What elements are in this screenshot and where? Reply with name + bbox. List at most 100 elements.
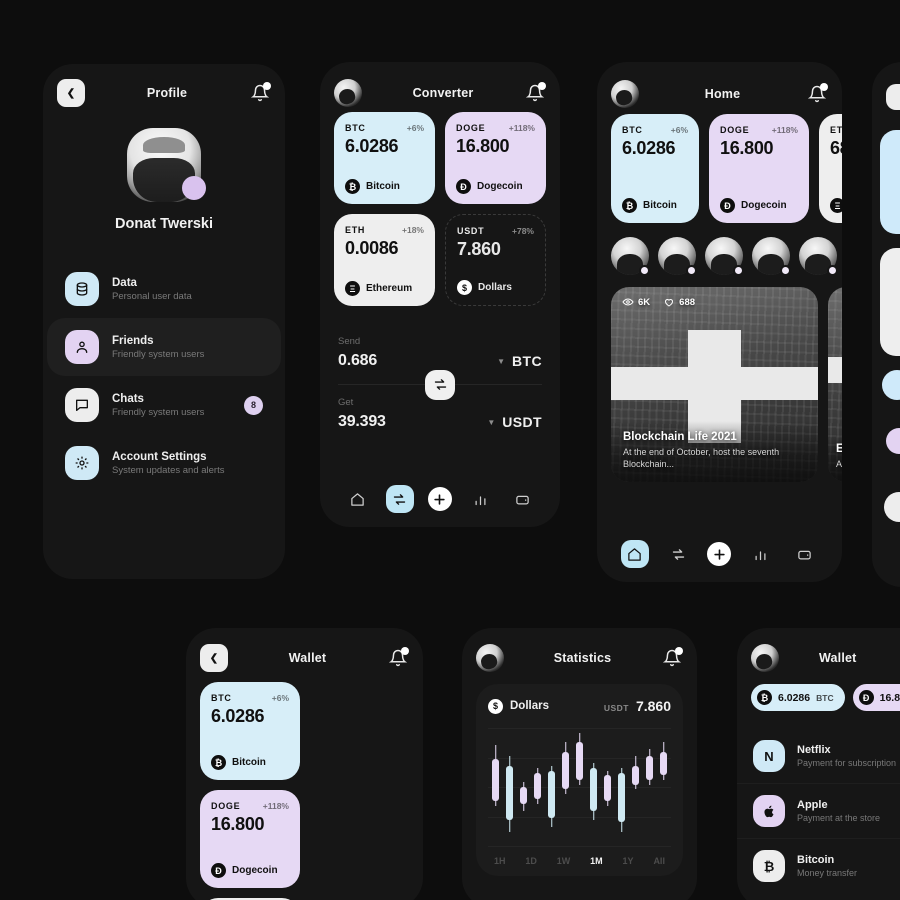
- menu-item-account-settings[interactable]: Account Settings System updates and aler…: [47, 434, 281, 492]
- coin-card-btc[interactable]: BTC +6% 6.0286 ₿ Bitcoin: [611, 114, 699, 223]
- transaction-subtitle: Payment at the store: [797, 813, 881, 823]
- page-title: Profile: [146, 86, 188, 100]
- coin-card-btc[interactable]: BTC +6% 6.0286 ₿ Bitcoin: [334, 112, 435, 204]
- news-views: 6K: [638, 296, 651, 308]
- heart-icon: [665, 299, 674, 307]
- send-amount-input[interactable]: 0.686: [338, 352, 377, 370]
- coin-symbol: DOGE: [720, 125, 750, 135]
- coin-change: +118%: [262, 801, 289, 811]
- coin-card-doge[interactable]: DOGE +118% 16.800 Ð Dogecoin: [709, 114, 809, 223]
- dogecoin-icon: Ð: [720, 198, 735, 213]
- menu-item-subtitle: Personal user data: [112, 290, 192, 302]
- balance-pill-doge[interactable]: Ð 16.80: [852, 684, 900, 711]
- coin-card-doge[interactable]: DOGE +118% 16.800 Ð Dogecoin: [445, 112, 546, 204]
- page-title: Statistics: [553, 651, 612, 665]
- candle-body: [576, 742, 583, 780]
- nav-wallet[interactable]: [790, 540, 818, 568]
- bitcoin-icon: ₿: [757, 690, 772, 705]
- coin-value: 16.800: [211, 814, 265, 834]
- avatar[interactable]: [476, 644, 504, 672]
- range-all[interactable]: All: [653, 856, 665, 866]
- coin-card-doge[interactable]: DOGE +118% 16.800 Ð Dogecoin: [200, 790, 300, 888]
- transaction-row[interactable]: N Netflix Payment for subscription: [737, 729, 900, 783]
- menu-item-data[interactable]: Data Personal user data: [47, 260, 281, 318]
- coin-symbol: DOGE: [456, 123, 486, 133]
- news-card[interactable]: 6K 688 Blockchain Life 2021 At the end o…: [611, 287, 818, 482]
- transaction-row[interactable]: Apple Payment at the store: [737, 783, 900, 838]
- candle-body: [492, 758, 499, 802]
- range-1h[interactable]: 1H: [494, 856, 506, 866]
- menu-item-friends[interactable]: Friends Friendly system users: [47, 318, 281, 376]
- coin-name: Dogecoin: [232, 865, 278, 876]
- avatar[interactable]: [611, 80, 639, 108]
- bell-icon[interactable]: [249, 82, 271, 104]
- range-1d[interactable]: 1D: [525, 856, 537, 866]
- bell-icon[interactable]: [524, 82, 546, 104]
- app-showcase-canvas: ❮ Profile Donat Twerski Data Personal us…: [0, 0, 900, 900]
- range-1m[interactable]: 1M: [590, 856, 603, 866]
- avatar[interactable]: [334, 79, 362, 107]
- coin-card-eth[interactable]: ETH +18% 0.0086 Ξ Ethereum: [334, 214, 435, 306]
- nav-swap[interactable]: [664, 540, 692, 568]
- get-amount-input[interactable]: 39.393: [338, 413, 386, 431]
- coin-change: +6%: [670, 125, 688, 135]
- wallet-header: ❮ Wallet: [186, 628, 423, 672]
- swap-button[interactable]: [425, 369, 455, 400]
- coin-card-btc[interactable]: BTC +6% 6.0286 ₿ Bitcoin: [200, 682, 300, 780]
- get-currency-select[interactable]: ▼ USDT: [487, 414, 542, 430]
- avatar[interactable]: [751, 644, 779, 672]
- coin-name: Dogecoin: [741, 200, 787, 211]
- story-avatar[interactable]: [752, 237, 791, 275]
- story-avatar[interactable]: [658, 237, 697, 275]
- story-avatar[interactable]: [705, 237, 744, 275]
- back-button[interactable]: ❮: [200, 644, 228, 672]
- menu-item-chats[interactable]: Chats Friendly system users 8: [47, 376, 281, 434]
- coin-value: 6.0286: [211, 706, 265, 726]
- coin-change: +78%: [512, 226, 534, 236]
- nav-swap[interactable]: [385, 485, 414, 513]
- partial-story-avatar: [882, 370, 900, 400]
- news-likes: 688: [679, 296, 696, 308]
- menu-item-title: Account Settings: [112, 450, 207, 463]
- nav-wallet[interactable]: [509, 485, 537, 513]
- nav-chart[interactable]: [466, 485, 494, 513]
- candle-body: [660, 751, 667, 776]
- bell-icon[interactable]: [661, 647, 683, 669]
- story-avatar[interactable]: [799, 237, 838, 275]
- nav-home[interactable]: [343, 485, 371, 513]
- nav-home[interactable]: [620, 540, 649, 568]
- candle-body: [506, 765, 513, 821]
- candle-body: [618, 772, 625, 823]
- balance-pill-btc[interactable]: ₿ 6.0286 BTC: [751, 684, 845, 711]
- story-avatar[interactable]: [611, 237, 650, 275]
- nav-chart[interactable]: [747, 540, 775, 568]
- coin-name: Ethereum: [366, 283, 413, 294]
- phone-profile: ❮ Profile Donat Twerski Data Personal us…: [43, 64, 285, 579]
- partial-coin-card: [880, 248, 900, 356]
- pill-unit: BTC: [816, 692, 834, 703]
- send-currency-select[interactable]: ▼ BTC: [497, 353, 542, 369]
- user-name: Donat Twerski: [114, 216, 214, 232]
- view-count: 6K: [622, 296, 650, 308]
- page-title: Converter: [412, 86, 474, 100]
- nav-add[interactable]: [707, 542, 732, 566]
- notification-badge-dot: [537, 82, 546, 90]
- range-1y[interactable]: 1Y: [623, 856, 634, 866]
- nav-add[interactable]: [427, 487, 452, 511]
- bell-icon[interactable]: [387, 647, 409, 669]
- candle: [632, 728, 639, 846]
- range-1w[interactable]: 1W: [557, 856, 571, 866]
- news-description: At the end of October, host the seventh …: [623, 446, 780, 469]
- coin-card-eth[interactable]: ETH +18% 68.06 Ξ Ethereum: [819, 114, 842, 223]
- news-card[interactable]: ❮ E A s: [828, 287, 842, 482]
- coin-value: 6.0286: [345, 136, 399, 156]
- dogecoin-icon: Ð: [858, 690, 874, 705]
- bell-icon[interactable]: [806, 83, 828, 105]
- transaction-row[interactable]: ₿ Bitcoin Money transfer: [737, 838, 900, 893]
- coin-card-usdt[interactable]: USDT +78% 7.860 $ Dollars: [445, 214, 546, 306]
- coin-symbol: BTC: [345, 123, 366, 133]
- back-button[interactable]: ❮: [57, 79, 85, 107]
- user-icon: [65, 330, 99, 364]
- candle-body: [646, 756, 653, 780]
- send-currency-value: BTC: [512, 353, 542, 369]
